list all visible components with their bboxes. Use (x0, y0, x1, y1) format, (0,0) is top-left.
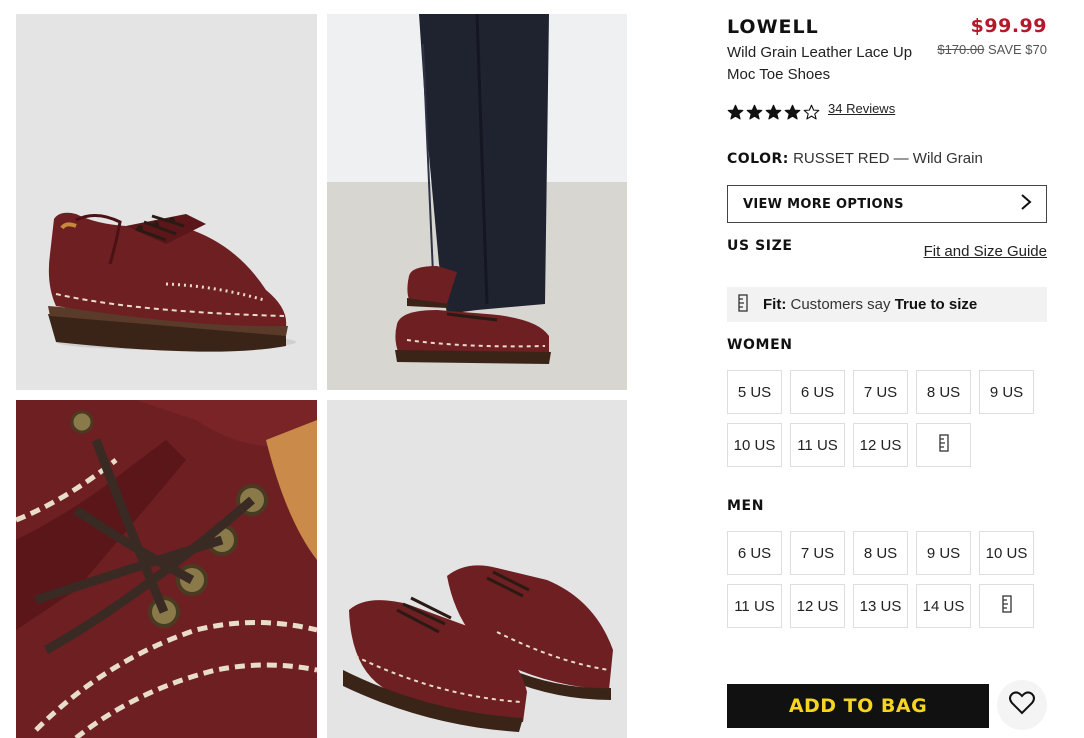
men-size-guide-button[interactable] (979, 584, 1034, 628)
add-to-bag-button[interactable]: ADD TO BAG (727, 684, 989, 728)
women-size-option[interactable]: 12 US (853, 423, 908, 467)
view-more-options-label: VIEW MORE OPTIONS (743, 196, 904, 212)
star-rating (727, 104, 820, 121)
product-gallery (16, 14, 627, 738)
men-size-option[interactable]: 10 US (979, 531, 1034, 575)
product-image-side-view[interactable] (16, 14, 317, 390)
men-size-option[interactable]: 14 US (916, 584, 971, 628)
original-price: $170.00 (937, 42, 985, 57)
women-size-grid: 5 US 6 US 7 US 8 US 9 US 10 US 11 US 12 US (727, 370, 1034, 467)
star-filled-icon (765, 104, 782, 121)
star-filled-icon (784, 104, 801, 121)
view-more-options-button[interactable]: VIEW MORE OPTIONS (727, 185, 1047, 223)
product-image-pair[interactable] (327, 400, 627, 738)
fit-info: Fit: Customers say True to size (727, 287, 1047, 322)
men-size-option[interactable]: 9 US (916, 531, 971, 575)
star-filled-icon (727, 104, 744, 121)
men-size-option[interactable]: 7 US (790, 531, 845, 575)
women-size-guide-button[interactable] (916, 423, 971, 467)
women-heading: WOMEN (727, 337, 793, 353)
color-selection: COLOR: RUSSET RED — Wild Grain (727, 150, 983, 167)
color-value: RUSSET RED — Wild Grain (793, 150, 983, 167)
men-size-option[interactable]: 6 US (727, 531, 782, 575)
size-guide-link[interactable]: Fit and Size Guide (924, 243, 1047, 260)
star-filled-icon (746, 104, 763, 121)
ruler-icon (938, 434, 950, 456)
size-heading: US SIZE (727, 238, 793, 254)
product-image-on-foot[interactable] (327, 14, 627, 390)
heart-icon (1009, 690, 1035, 720)
men-size-option[interactable]: 11 US (727, 584, 782, 628)
chevron-right-icon (1020, 193, 1032, 216)
product-name: LOWELL (727, 16, 819, 38)
women-size-option[interactable]: 9 US (979, 370, 1034, 414)
color-label: COLOR: (727, 151, 789, 167)
fit-text: Customers say (790, 296, 891, 313)
wishlist-button[interactable] (997, 680, 1047, 730)
women-size-option[interactable]: 10 US (727, 423, 782, 467)
women-size-option[interactable]: 8 US (916, 370, 971, 414)
product-image-detail[interactable] (16, 400, 317, 738)
ruler-icon (737, 293, 749, 316)
men-size-option[interactable]: 8 US (853, 531, 908, 575)
men-size-option[interactable]: 13 US (853, 584, 908, 628)
fit-label: Fit: (763, 296, 787, 313)
women-size-option[interactable]: 7 US (853, 370, 908, 414)
men-size-option[interactable]: 12 US (790, 584, 845, 628)
product-rating: 34 Reviews (727, 101, 895, 121)
ruler-icon (1001, 595, 1013, 617)
reviews-link[interactable]: 34 Reviews (828, 101, 895, 116)
women-size-option[interactable]: 11 US (790, 423, 845, 467)
product-subtitle: Wild Grain Leather Lace Up Moc Toe Shoes (727, 44, 913, 83)
sale-price: $99.99 (970, 15, 1047, 37)
savings-label: SAVE $70 (987, 42, 1047, 57)
fit-value: True to size (894, 296, 978, 313)
star-empty-icon (803, 104, 820, 121)
men-size-grid: 6 US 7 US 8 US 9 US 10 US 11 US 12 US 13 US 14 U… (727, 531, 1034, 628)
price-savings: $170.00 SAVE $70 (937, 42, 1047, 57)
men-heading: MEN (727, 498, 765, 514)
women-size-option[interactable]: 5 US (727, 370, 782, 414)
women-size-option[interactable]: 6 US (790, 370, 845, 414)
